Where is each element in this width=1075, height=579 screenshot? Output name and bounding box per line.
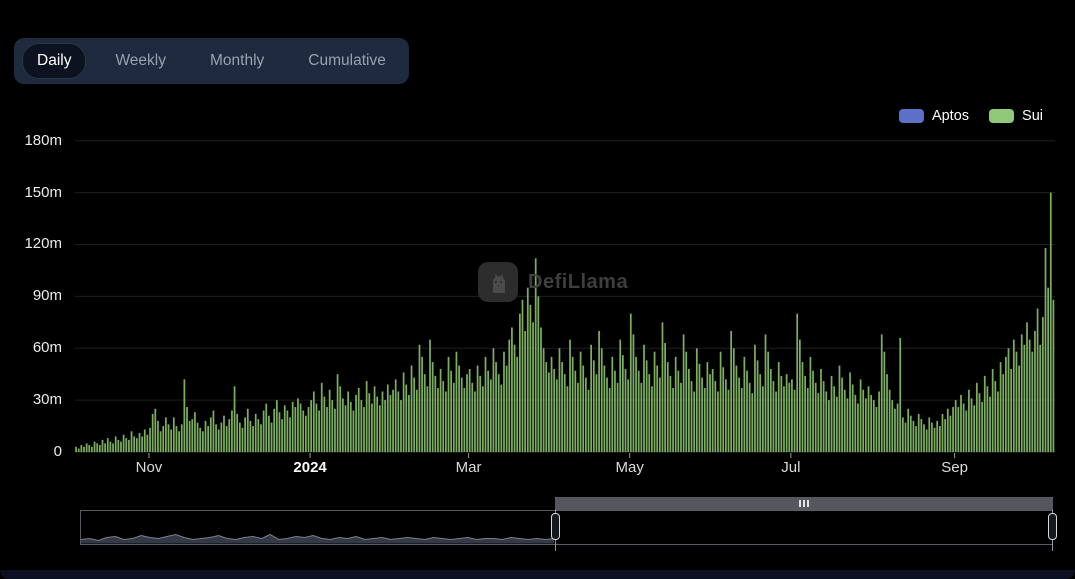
y-axis-label: 30m	[0, 390, 62, 410]
y-axis-label: 180m	[0, 131, 62, 151]
datazoom-right-handle[interactable]	[1048, 513, 1057, 540]
y-axis-label: 90m	[0, 286, 62, 306]
y-axis-label: 60m	[0, 338, 62, 358]
x-axis-label: Mar	[427, 459, 511, 476]
chart-canvas[interactable]	[0, 0, 1075, 579]
x-axis-label: Nov	[107, 459, 191, 476]
y-axis-label: 150m	[0, 183, 62, 203]
datazoom-selected-window[interactable]	[555, 497, 1053, 510]
drag-grip-icon	[799, 500, 809, 507]
x-axis-label: Jul	[749, 459, 833, 476]
x-axis-label: Sep	[913, 459, 997, 476]
x-axis-label: 2024	[268, 459, 352, 476]
x-axis-label: May	[588, 459, 672, 476]
panel-bottom-edge	[0, 570, 1075, 579]
datazoom-left-handle[interactable]	[551, 513, 560, 540]
y-axis-label: 120m	[0, 234, 62, 254]
datazoom-track[interactable]	[80, 510, 1053, 545]
x-axis-ticks	[149, 453, 955, 458]
y-axis-label: 0	[0, 442, 62, 462]
bars-layer-sui[interactable]	[75, 193, 1054, 452]
defillama-volume-chart-panel: DailyWeeklyMonthlyCumulative AptosSui 03…	[0, 0, 1075, 579]
